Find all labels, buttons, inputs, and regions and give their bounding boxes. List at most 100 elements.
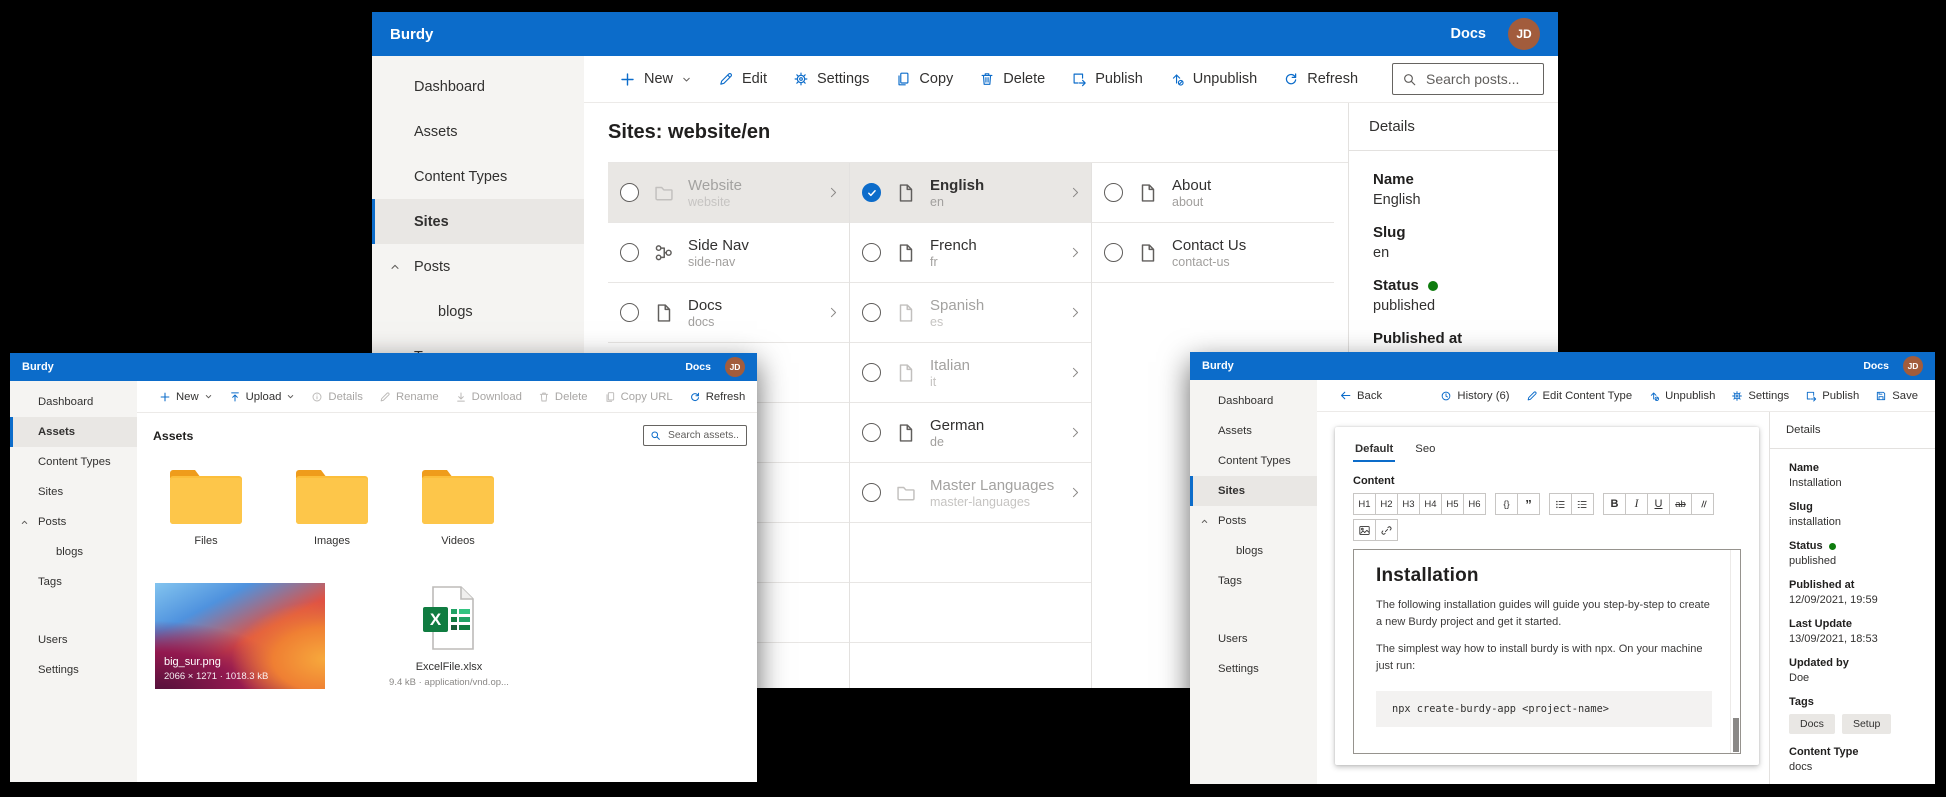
h5-button[interactable]: H5: [1441, 493, 1464, 515]
tree-row-docs[interactable]: Docsdocs: [608, 283, 849, 343]
sidebar-item-assets[interactable]: Assets: [10, 417, 137, 447]
search-input[interactable]: [666, 429, 740, 442]
sidebar-item-posts[interactable]: Posts: [1190, 506, 1317, 536]
rich-text-editor[interactable]: Installation The following installation …: [1353, 549, 1741, 754]
sidebar-item-dashboard[interactable]: Dashboard: [372, 64, 584, 109]
scrollbar-thumb[interactable]: [1733, 718, 1739, 752]
h2-button[interactable]: H2: [1375, 493, 1398, 515]
h4-button[interactable]: H4: [1419, 493, 1442, 515]
save-button[interactable]: Save: [1868, 386, 1925, 406]
radio[interactable]: [862, 303, 881, 322]
h6-button[interactable]: H6: [1463, 493, 1486, 515]
bold-button[interactable]: B: [1603, 493, 1626, 515]
environment-label[interactable]: Docs: [1451, 26, 1486, 42]
publish-button[interactable]: Publish: [1798, 386, 1866, 406]
folder-tile-files[interactable]: Files: [163, 468, 249, 547]
sidebar-item-sites[interactable]: Sites: [10, 477, 137, 507]
view-mode-button[interactable]: [756, 386, 757, 407]
sidebar-item-blogs[interactable]: blogs: [10, 537, 137, 567]
radio[interactable]: [1104, 243, 1123, 262]
strikethrough-button[interactable]: ab: [1669, 493, 1692, 515]
radio[interactable]: [862, 363, 881, 382]
avatar[interactable]: JD: [1903, 356, 1923, 376]
sidebar-item-tags[interactable]: Tags: [10, 567, 137, 597]
folder-tile-videos[interactable]: Videos: [415, 468, 501, 547]
delete-button[interactable]: Delete: [531, 387, 595, 407]
sidebar-item-assets[interactable]: Assets: [372, 109, 584, 154]
tag-chip[interactable]: Setup: [1842, 714, 1891, 734]
file-tile-excel[interactable]: X ExcelFile.xlsx 9.4 kB · application/vn…: [383, 583, 515, 688]
tab-seo[interactable]: Seo: [1413, 439, 1437, 462]
sidebar-item-settings[interactable]: Settings: [1190, 654, 1317, 684]
sidebar-item-dashboard[interactable]: Dashboard: [10, 387, 137, 417]
sidebar-item-users[interactable]: Users: [10, 625, 137, 655]
italic-button[interactable]: I: [1625, 493, 1648, 515]
radio-checked[interactable]: [862, 183, 881, 202]
sidebar-item-content-types[interactable]: Content Types: [10, 447, 137, 477]
details-button[interactable]: Details: [304, 387, 370, 407]
h1-button[interactable]: H1: [1353, 493, 1376, 515]
tree-row-contact-us[interactable]: Contact Uscontact-us: [1092, 223, 1334, 283]
settings-button[interactable]: Settings: [782, 65, 880, 93]
sidebar-item-dashboard[interactable]: Dashboard: [1190, 386, 1317, 416]
tag-chip[interactable]: Docs: [1789, 714, 1835, 734]
unpublish-button[interactable]: Unpublish: [1158, 65, 1269, 93]
rename-button[interactable]: Rename: [372, 387, 446, 407]
tree-row-master-languages[interactable]: Master Languagesmaster-languages: [850, 463, 1091, 523]
radio[interactable]: [620, 243, 639, 262]
sidebar-item-sites[interactable]: Sites: [1190, 476, 1317, 506]
sidebar-item-posts[interactable]: Posts: [10, 507, 137, 537]
sidebar-item-users[interactable]: Users: [1190, 624, 1317, 654]
new-button[interactable]: New: [152, 387, 220, 407]
bullet-list-button[interactable]: [1549, 493, 1572, 515]
settings-button[interactable]: Settings: [1724, 386, 1796, 406]
sidebar-item-posts[interactable]: Posts: [372, 244, 584, 289]
tree-row-french[interactable]: Frenchfr: [850, 223, 1091, 283]
environment-label[interactable]: Docs: [1863, 360, 1889, 372]
inline-code-button[interactable]: [1691, 493, 1714, 515]
back-button[interactable]: Back: [1332, 385, 1389, 406]
edit-button[interactable]: Edit: [707, 65, 778, 93]
sidebar-item-blogs[interactable]: blogs: [372, 289, 584, 334]
tree-row-italian[interactable]: Italianit: [850, 343, 1091, 403]
sidebar-item-content-types[interactable]: Content Types: [1190, 446, 1317, 476]
radio[interactable]: [620, 303, 639, 322]
unpublish-button[interactable]: Unpublish: [1641, 386, 1722, 406]
sidebar-item-sites[interactable]: Sites: [372, 199, 584, 244]
history-button[interactable]: History (6): [1433, 386, 1516, 406]
edit-content-type-button[interactable]: Edit Content Type: [1519, 386, 1640, 406]
radio[interactable]: [862, 243, 881, 262]
delete-button[interactable]: Delete: [968, 65, 1056, 93]
tree-row-website[interactable]: Websitewebsite: [608, 163, 849, 223]
blockquote-button[interactable]: ”: [1517, 493, 1540, 515]
underline-button[interactable]: U: [1647, 493, 1670, 515]
tree-row-about[interactable]: Aboutabout: [1092, 163, 1334, 223]
scrollbar[interactable]: [1730, 550, 1740, 753]
radio[interactable]: [620, 183, 639, 202]
radio[interactable]: [1104, 183, 1123, 202]
tree-row-english[interactable]: Englishen: [850, 163, 1091, 223]
code-block-button[interactable]: {}: [1495, 493, 1518, 515]
avatar[interactable]: JD: [725, 357, 745, 377]
radio[interactable]: [862, 423, 881, 442]
publish-button[interactable]: Publish: [1060, 65, 1154, 93]
download-button[interactable]: Download: [448, 387, 529, 407]
folder-tile-images[interactable]: Images: [289, 468, 375, 547]
sidebar-item-blogs[interactable]: blogs: [1190, 536, 1317, 566]
tree-row-german[interactable]: Germande: [850, 403, 1091, 463]
numbered-list-button[interactable]: [1571, 493, 1594, 515]
copy-button[interactable]: Copy: [884, 65, 964, 93]
refresh-button[interactable]: Refresh: [682, 387, 753, 407]
h3-button[interactable]: H3: [1397, 493, 1420, 515]
sidebar-item-tags[interactable]: Tags: [1190, 566, 1317, 596]
refresh-button[interactable]: Refresh: [1272, 65, 1369, 93]
sidebar-item-content-types[interactable]: Content Types: [372, 154, 584, 199]
file-tile-big-sur[interactable]: big_sur.png 2066 × 1271 · 1018.3 kB: [155, 583, 325, 689]
environment-label[interactable]: Docs: [685, 361, 711, 373]
copy-url-button[interactable]: Copy URL: [597, 387, 680, 407]
insert-link-button[interactable]: [1375, 519, 1398, 541]
sidebar-item-assets[interactable]: Assets: [1190, 416, 1317, 446]
tab-default[interactable]: Default: [1353, 439, 1395, 462]
radio[interactable]: [862, 483, 881, 502]
tree-row-side-nav[interactable]: Side Navside-nav: [608, 223, 849, 283]
